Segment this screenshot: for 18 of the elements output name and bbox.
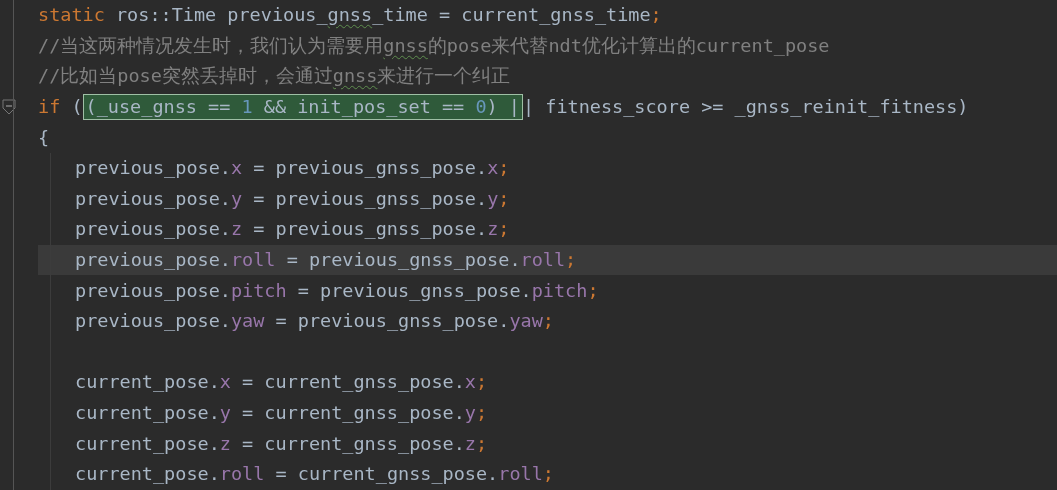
code-text: current_pose.z = current_gnss_pose.z; bbox=[75, 431, 488, 456]
fold-marker-icon[interactable] bbox=[2, 99, 16, 116]
code-comment: //比如当pose突然丢掉时，会通过gnss来进行一个纠正 bbox=[38, 64, 511, 89]
code-text: current_pose.y = current_gnss_pose.y; bbox=[75, 401, 488, 425]
highlight-box: (_use_gnss == 1 && init_pos_set == 0) | bbox=[82, 94, 523, 121]
code-text: { bbox=[38, 125, 50, 150]
code-text: current_pose.x = current_gnss_pose.x; bbox=[75, 370, 488, 395]
code-text: static ros::Time previous_gnss_time = current_gnss_time; bbox=[38, 3, 662, 28]
code-text: previous_pose.yaw = previous_gnss_pose.yaw; bbox=[75, 309, 554, 334]
code-text: previous_pose.y = previous_gnss_pose.y; bbox=[75, 186, 510, 211]
code-text: if ( bbox=[38, 95, 83, 120]
code-text: | fitness_score >= _gnss_reinit_fitness) bbox=[522, 95, 969, 120]
code-text: previous_pose.roll = previous_gnss_pose.roll; bbox=[75, 248, 577, 272]
code-text: previous_pose.pitch = previous_gnss_pose.pitch; bbox=[75, 278, 599, 303]
code-text: previous_pose.z = previous_gnss_pose.z; bbox=[75, 217, 510, 242]
code-text: current_pose.roll = current_gnss_pose.roll; bbox=[75, 462, 554, 487]
code-comment: //当这两种情况发生时，我们认为需要用gnss的pose来代替ndt优化计算出的current_pose bbox=[38, 33, 830, 58]
code-text: previous_pose.x = previous_gnss_pose.x; bbox=[75, 156, 510, 181]
